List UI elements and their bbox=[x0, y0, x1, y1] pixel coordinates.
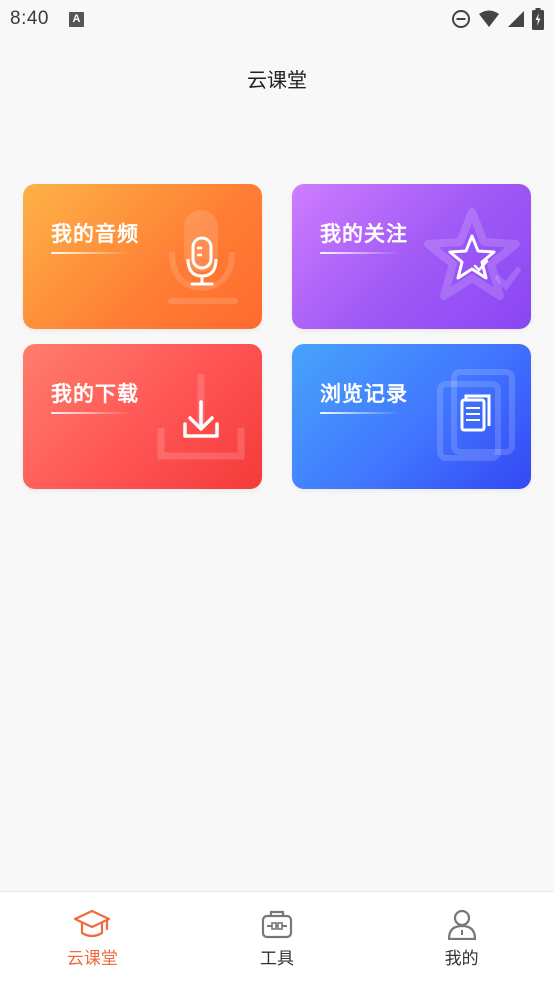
wifi-icon bbox=[479, 10, 499, 27]
card-underline bbox=[320, 252, 400, 254]
my-download-card[interactable]: 我的下载 bbox=[23, 344, 262, 489]
tab-label: 云课堂 bbox=[66, 949, 118, 969]
card-label: 我的关注 bbox=[320, 222, 408, 246]
page-title: 云课堂 bbox=[247, 67, 307, 92]
tab-label: 工具 bbox=[260, 949, 294, 969]
user-icon bbox=[447, 909, 476, 940]
do-not-disturb-icon bbox=[452, 10, 470, 28]
toolbox-icon bbox=[261, 910, 293, 939]
card-label: 我的音频 bbox=[51, 222, 139, 246]
tab-label: 我的 bbox=[444, 949, 479, 969]
card-label: 浏览记录 bbox=[320, 382, 408, 406]
microphone-icon bbox=[168, 210, 238, 304]
card-underline bbox=[51, 412, 131, 414]
card-underline bbox=[320, 412, 400, 414]
star-icon bbox=[424, 208, 521, 300]
cell-signal-icon bbox=[508, 11, 524, 27]
tab-tools[interactable]: 工具 bbox=[185, 892, 370, 984]
browse-history-card[interactable]: 浏览记录 bbox=[292, 344, 531, 489]
graduation-cap-icon bbox=[74, 909, 111, 938]
tab-cloud-classroom[interactable]: 云课堂 bbox=[0, 892, 185, 984]
my-audio-card[interactable]: 我的音频 bbox=[23, 184, 262, 329]
download-icon bbox=[157, 374, 245, 460]
title-bar: 云课堂 bbox=[0, 56, 554, 100]
notification-app-icon: A bbox=[68, 11, 84, 27]
status-time: 8:40 bbox=[10, 8, 49, 29]
card-label: 我的下载 bbox=[51, 382, 139, 406]
battery-icon bbox=[532, 8, 544, 30]
document-icon bbox=[437, 369, 515, 461]
tab-mine[interactable]: 我的 bbox=[369, 892, 554, 984]
status-right bbox=[451, 8, 544, 30]
status-bar: 8:40 A bbox=[0, 0, 554, 38]
bottom-tab-bar: 云课堂 工具 我的 bbox=[0, 891, 554, 984]
my-follow-card[interactable]: 我的关注 bbox=[292, 184, 531, 329]
status-left: 8:40 A bbox=[10, 8, 84, 30]
card-underline bbox=[51, 252, 131, 254]
